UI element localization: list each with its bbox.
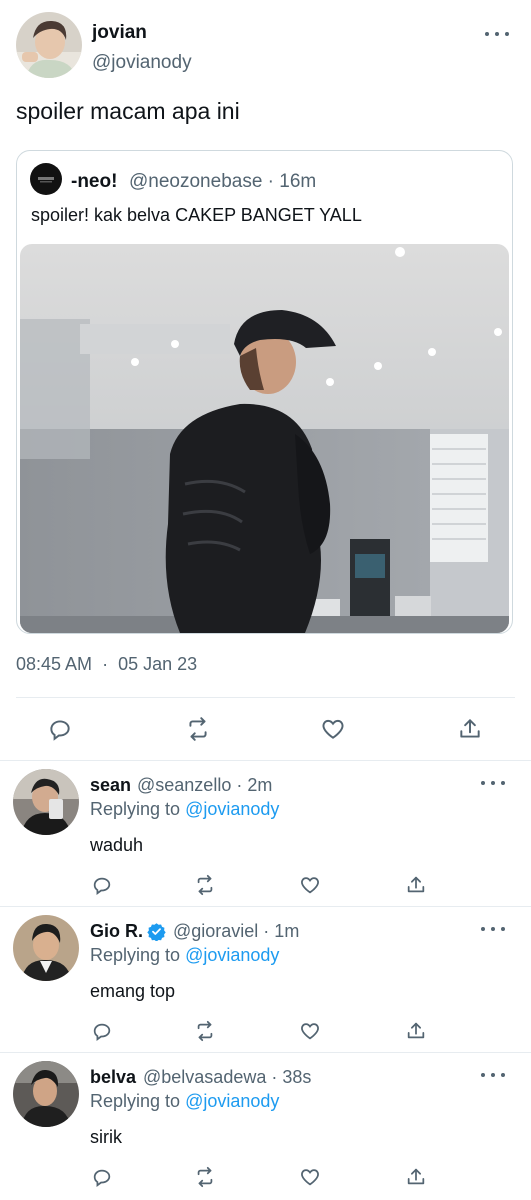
reply-icon[interactable] — [88, 1017, 116, 1045]
more-options-icon[interactable] — [481, 921, 505, 937]
more-options-icon[interactable] — [481, 775, 505, 791]
reply-avatar[interactable] — [13, 1061, 79, 1127]
quoted-avatar — [30, 163, 62, 195]
quoted-tweet-text: spoiler! kak belva CAKEP BANGET YALL — [31, 205, 362, 225]
reply-text: sirik — [90, 1127, 122, 1147]
divider — [16, 697, 515, 698]
reply-icon[interactable] — [88, 1163, 116, 1191]
timestamp-separator: · — [102, 654, 109, 674]
reply-icon[interactable] — [44, 713, 76, 745]
more-options-icon[interactable] — [481, 1067, 505, 1083]
share-icon[interactable] — [402, 1163, 430, 1191]
reply-display-name[interactable]: Gio R. — [90, 921, 166, 942]
reply-icon[interactable] — [88, 871, 116, 899]
reply-display-name[interactable]: sean — [90, 775, 131, 796]
replying-to-link[interactable]: @jovianody — [185, 799, 279, 819]
like-icon[interactable] — [296, 871, 324, 899]
more-options-icon[interactable] — [485, 26, 509, 42]
reply-handle-time: @seanzello · 2m — [137, 775, 273, 795]
timestamp-date: 05 Jan 23 — [118, 654, 198, 674]
author-display-name[interactable]: jovian — [92, 22, 147, 44]
replying-to: Replying to @jovianody — [90, 1091, 279, 1112]
author-handle[interactable]: @jovianody — [92, 52, 192, 74]
quoted-tweet-card[interactable]: -neo! @neozonebase · 16m spoiler! kak be… — [16, 150, 513, 634]
reply-name-text[interactable]: Gio R. — [90, 921, 143, 942]
reply-name-text[interactable]: belva — [90, 1067, 136, 1088]
quoted-media-photo[interactable] — [20, 244, 509, 633]
timestamp-time: 08:45 AM — [16, 654, 93, 674]
share-icon[interactable] — [454, 713, 486, 745]
like-icon[interactable] — [317, 713, 349, 745]
reply-text: waduh — [90, 835, 144, 855]
reply-name-text[interactable]: sean — [90, 775, 131, 796]
quoted-display-name: -neo! — [71, 171, 118, 192]
share-icon[interactable] — [402, 871, 430, 899]
replying-to-link[interactable]: @jovianody — [185, 945, 279, 965]
share-icon[interactable] — [402, 1017, 430, 1045]
retweet-icon[interactable] — [182, 713, 214, 745]
reply-text: emang top — [90, 981, 176, 1001]
retweet-icon[interactable] — [191, 1017, 219, 1045]
tweet-text: spoiler macam apa ini — [16, 98, 240, 124]
reply-handle-time: @gioraviel · 1m — [173, 921, 300, 941]
replying-to-label: Replying to — [90, 945, 181, 965]
replying-to-label: Replying to — [90, 799, 181, 819]
reply-avatar[interactable] — [13, 915, 79, 981]
retweet-icon[interactable] — [191, 871, 219, 899]
replying-to: Replying to @jovianody — [90, 799, 279, 820]
reply-tweet[interactable]: sean @seanzello · 2m Replying to @jovian… — [0, 760, 531, 908]
like-icon[interactable] — [296, 1017, 324, 1045]
quoted-handle-time: @neozonebase · 16m — [129, 171, 317, 192]
reply-display-name[interactable]: belva — [90, 1067, 136, 1088]
reply-tweet[interactable]: Gio R. @gioraviel · 1m Replying to @jovi… — [0, 906, 531, 1054]
verified-badge-icon — [147, 923, 166, 941]
like-icon[interactable] — [296, 1163, 324, 1191]
reply-tweet[interactable]: belva @belvasadewa · 38s Replying to @jo… — [0, 1052, 531, 1200]
tweet-timestamp: 08:45 AM · 05 Jan 23 — [16, 654, 197, 675]
reply-avatar[interactable] — [13, 769, 79, 835]
reply-handle-time: @belvasadewa · 38s — [143, 1067, 312, 1087]
replying-to-label: Replying to — [90, 1091, 181, 1111]
retweet-icon[interactable] — [191, 1163, 219, 1191]
replying-to: Replying to @jovianody — [90, 945, 279, 966]
main-avatar[interactable] — [16, 12, 82, 78]
replying-to-link[interactable]: @jovianody — [185, 1091, 279, 1111]
